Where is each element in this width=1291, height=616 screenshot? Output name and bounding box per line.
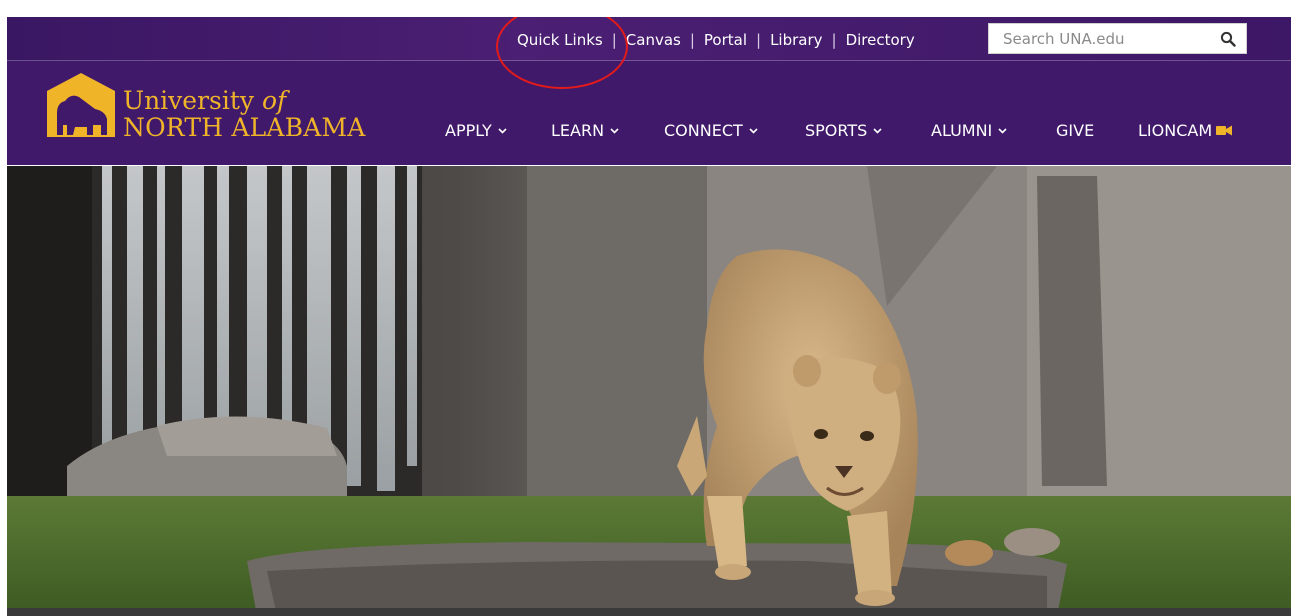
search-icon (1220, 31, 1236, 47)
search-input[interactable] (989, 24, 1209, 53)
canvas-link[interactable]: Canvas (626, 31, 681, 49)
library-link[interactable]: Library (770, 31, 822, 49)
hero-image (7, 166, 1291, 616)
lioness-photo (7, 166, 1291, 616)
nav-apply[interactable]: APPLY (445, 121, 507, 140)
separator: | (756, 31, 762, 49)
video-camera-icon (1216, 125, 1233, 136)
chevron-down-icon (610, 127, 619, 134)
nav-lioncam[interactable]: LIONCAM (1138, 121, 1233, 140)
nav-sports-label: SPORTS (805, 121, 868, 140)
separator: | (611, 31, 617, 49)
nav-give[interactable]: GIVE (1056, 121, 1094, 140)
chevron-down-icon (873, 127, 882, 134)
nav-connect[interactable]: CONNECT (664, 121, 758, 140)
chevron-down-icon (749, 127, 758, 134)
nav-sports[interactable]: SPORTS (805, 121, 882, 140)
quick-links-link[interactable]: Quick Links (517, 31, 603, 49)
search-button[interactable] (1210, 24, 1246, 53)
portal-link[interactable]: Portal (704, 31, 747, 49)
nav-apply-label: APPLY (445, 121, 492, 140)
search-box (988, 23, 1247, 54)
nav-learn-label: LEARN (551, 121, 605, 140)
directory-link[interactable]: Directory (846, 31, 915, 49)
logo-line1: University of (123, 88, 366, 113)
logo-university: University (123, 86, 262, 115)
nav-connect-label: CONNECT (664, 121, 743, 140)
utility-bar: Quick Links | Canvas | Portal | Library … (7, 17, 1291, 61)
site: Quick Links | Canvas | Portal | Library … (7, 17, 1291, 616)
nav-alumni[interactable]: ALUMNI (931, 121, 1007, 140)
logo-of: of (261, 86, 287, 115)
separator: | (689, 31, 695, 49)
nav-learn[interactable]: LEARN (551, 121, 619, 140)
nav-lioncam-label: LIONCAM (1138, 121, 1213, 140)
main-nav: APPLY LEARN CONNECT SPORTS ALUMNI GIVE L… (7, 121, 1291, 143)
nav-give-label: GIVE (1056, 121, 1095, 140)
chevron-down-icon (998, 127, 1007, 134)
chevron-down-icon (498, 127, 507, 134)
utility-links: Quick Links | Canvas | Portal | Library … (517, 31, 915, 49)
separator: | (831, 31, 837, 49)
main-header: University of NORTH ALABAMA APPLY LEARN … (7, 61, 1291, 165)
nav-alumni-label: ALUMNI (931, 121, 993, 140)
